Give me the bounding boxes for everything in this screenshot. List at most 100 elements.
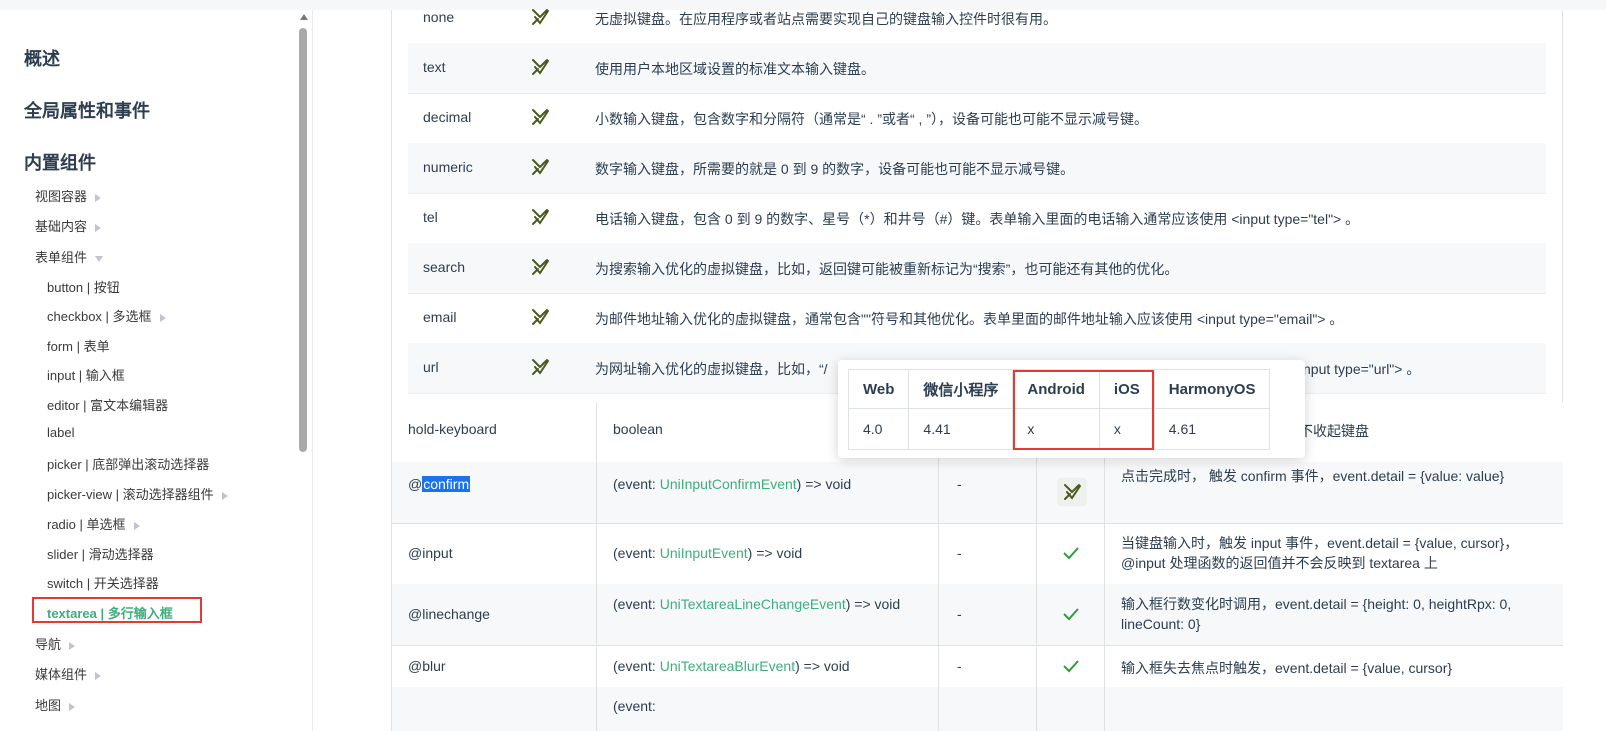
prop-name[interactable]: @confirm — [408, 476, 471, 492]
prop-name: @blur — [408, 658, 446, 674]
sidebar-item-basic-content[interactable]: 基础内容 — [35, 216, 102, 235]
prop-type: (event: UniInputConfirmEvent) => void — [613, 476, 851, 492]
prop-type-suffix: ) => void — [795, 658, 850, 674]
prop-compat-cell — [1037, 462, 1105, 523]
prop-name-prefix: @ — [408, 545, 423, 561]
sidebar-item-label: 表单组件 — [35, 250, 88, 265]
prop-compat-cell — [1037, 523, 1105, 584]
type-link[interactable]: UniTextareaLineChangeEvent — [660, 596, 846, 612]
sidebar-item-form[interactable]: form | 表单 — [47, 336, 110, 355]
inputmode-name: decimal — [423, 109, 472, 125]
sidebar-item-slider[interactable]: slider | 滑动选择器 — [47, 544, 154, 563]
sidebar-item-label: switch | 开关选择器 — [47, 576, 159, 591]
inputmode-name: none — [423, 9, 455, 25]
sidebar-item-checkbox[interactable]: checkbox | 多选框 — [47, 306, 166, 325]
sidebar-item-label-component[interactable]: label — [47, 425, 74, 440]
table-row: @linechange (event: UniTextareaLineChang… — [392, 584, 1563, 646]
sidebar-item-label: button | 按钮 — [47, 280, 120, 295]
partial-check-icon — [532, 209, 549, 225]
prop-default-cell — [939, 687, 1037, 731]
prop-default: - — [957, 476, 962, 492]
partial-check-icon — [532, 259, 549, 275]
sidebar-item-label: checkbox | 多选框 — [47, 309, 152, 324]
chevron-right-icon — [221, 491, 228, 500]
sidebar-scrollbar-thumb[interactable] — [299, 28, 307, 452]
partial-check-icon — [532, 359, 549, 375]
sidebar-heading-overview[interactable]: 概述 — [24, 45, 60, 71]
sidebar-item-radio[interactable]: radio | 单选框 — [47, 514, 140, 533]
table-row: none 无虚拟键盘。在应用程序或者站点需要实现自己的键盘输入控件时很有用。 — [408, 0, 1546, 44]
prop-name-prefix: @ — [408, 606, 423, 622]
type-link[interactable]: UniInputEvent — [660, 545, 748, 561]
inputmode-desc: 小数输入键盘，包含数字和分隔符（通常是“ . ”或者“ , ”），设备可能也可能… — [595, 111, 1148, 127]
prop-default: - — [957, 545, 962, 561]
table-row: email 为邮件地址输入优化的虚拟键盘，通常包含""符号和其他优化。表单里面的… — [408, 293, 1546, 344]
sidebar-item-editor[interactable]: editor | 富文本编辑器 — [47, 395, 168, 414]
prop-desc-cell: 点击完成时， 触发 confirm 事件，event.detail = {val… — [1105, 462, 1563, 523]
chevron-right-icon — [159, 313, 166, 322]
sidebar-heading-builtin[interactable]: 内置组件 — [24, 149, 96, 175]
sidebar-heading-global[interactable]: 全局属性和事件 — [24, 97, 150, 123]
prop-name: @linechange — [408, 606, 490, 622]
partial-check-icon — [532, 159, 549, 175]
prop-name-cell — [392, 687, 597, 731]
sidebar-item-input[interactable]: input | 输入框 — [47, 365, 125, 384]
sidebar-item-label: picker | 底部弹出滚动选择器 — [47, 457, 210, 472]
prop-desc: 输入框失去焦点时触发，event.detail = {value, cursor… — [1121, 660, 1453, 676]
table-row: text 使用用户本地区域设置的标准文本输入键盘。 — [408, 43, 1546, 94]
prop-default-cell: - — [939, 523, 1037, 584]
inputmode-name: search — [423, 259, 466, 275]
compat-toggle-button[interactable] — [1057, 478, 1087, 506]
sidebar-item-media[interactable]: 媒体组件 — [35, 664, 102, 683]
sidebar-item-map[interactable]: 地图 — [35, 695, 76, 714]
prop-desc: 当键盘输入时，触发 input 事件，event.detail = {value… — [1121, 535, 1519, 571]
sidebar-item-picker-view[interactable]: picker-view | 滚动选择器组件 — [47, 484, 228, 503]
prop-type-cell: (event: UniInputEvent) => void — [597, 523, 939, 584]
table-row: decimal 小数输入键盘，包含数字和分隔符（通常是“ . ”或者“ , ”）… — [408, 93, 1546, 144]
prop-type: (event: — [613, 698, 656, 714]
sidebar-item-form-components[interactable]: 表单组件 — [35, 247, 104, 266]
inputmode-name: email — [423, 309, 457, 325]
prop-default: - — [957, 658, 962, 674]
sidebar-item-label: picker-view | 滚动选择器组件 — [47, 487, 214, 502]
inputmode-name: text — [423, 59, 446, 75]
inputmode-desc: 无虚拟键盘。在应用程序或者站点需要实现自己的键盘输入控件时很有用。 — [595, 11, 1057, 27]
inputmode-desc: 电话输入键盘，包含 0 到 9 的数字、星号（*）和井号（#）键。表单输入里面的… — [595, 211, 1360, 227]
table-right-border — [1562, 10, 1563, 402]
sidebar-item-view-container[interactable]: 视图容器 — [35, 186, 102, 205]
inputmode-desc-tail: nput type="url"> 。 — [1303, 361, 1421, 377]
sidebar-item-textarea-active[interactable]: textarea | 多行输入框 — [32, 597, 202, 623]
prop-name: @input — [408, 545, 453, 561]
type-link[interactable]: UniInputConfirmEvent — [660, 476, 797, 492]
scroll-up-arrow-icon[interactable] — [300, 14, 308, 20]
prop-name-text: linechange — [422, 606, 490, 622]
table-row: @blur (event: UniTextareaBlurEvent) => v… — [392, 645, 1563, 688]
prop-name: hold-keyboard — [408, 421, 497, 437]
inputmode-desc: 为搜索输入优化的虚拟键盘，比如，返回键可能被重新标记为“搜索”，也可能还有其他的… — [595, 261, 1179, 277]
prop-compat-cell — [1037, 584, 1105, 645]
prop-type-cell: (event: UniTextareaBlurEvent) => void — [597, 645, 939, 687]
prop-type-cell: (event: UniTextareaLineChangeEvent) => v… — [597, 584, 939, 645]
sidebar-item-navigation[interactable]: 导航 — [35, 634, 76, 653]
sidebar-item-picker[interactable]: picker | 底部弹出滚动选择器 — [47, 454, 209, 473]
inputmode-desc: 使用用户本地区域设置的标准文本输入键盘。 — [595, 61, 875, 77]
prop-type-prefix: (event: — [613, 658, 660, 674]
table-row: (event: — [392, 687, 1563, 731]
partial-check-icon — [532, 309, 549, 325]
prop-desc-cell — [1105, 687, 1563, 731]
platform-header-wechat: 微信小程序 — [908, 369, 1014, 409]
sidebar-item-button[interactable]: button | 按钮 — [47, 277, 120, 296]
prop-default-cell: - — [939, 645, 1037, 687]
platform-value-harmonyos: 4.61 — [1153, 408, 1271, 450]
sidebar-item-label: editor | 富文本编辑器 — [47, 398, 169, 413]
partial-check-icon — [532, 59, 549, 75]
table-row: tel 电话输入键盘，包含 0 到 9 的数字、星号（*）和井号（#）键。表单输… — [408, 193, 1546, 244]
table-row: numeric 数字输入键盘，所需要的就是 0 到 9 的数字，设备可能也可能不… — [408, 143, 1546, 194]
prop-name-cell: @confirm — [392, 462, 597, 523]
type-link[interactable]: UniTextareaBlurEvent — [660, 658, 795, 674]
table-row: @confirm (event: UniInputConfirmEvent) =… — [392, 462, 1563, 524]
prop-default-cell: - — [939, 462, 1037, 523]
chevron-down-icon — [95, 255, 104, 262]
prop-type-cell: (event: — [597, 687, 939, 731]
sidebar-item-switch[interactable]: switch | 开关选择器 — [47, 573, 159, 592]
